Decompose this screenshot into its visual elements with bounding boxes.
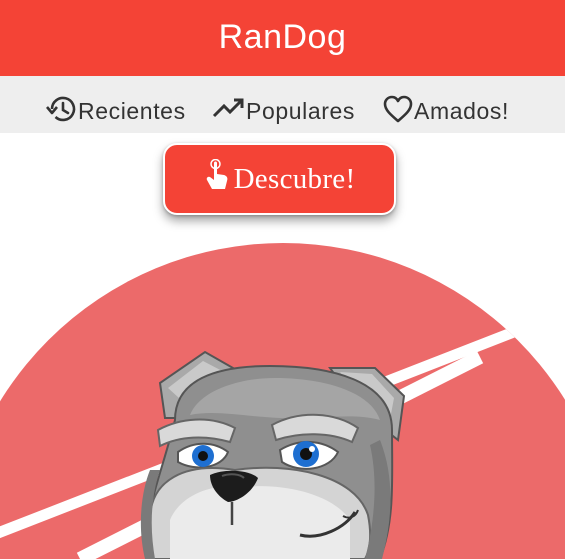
nav-bar: Recientes Populares Amados! [0,76,565,133]
nav-item-recent[interactable]: Recientes [44,88,186,124]
discover-button-label: Descubre! [233,162,356,195]
pointing-hand-icon [206,159,227,189]
nav-item-label: Recientes [78,98,186,124]
app-title: RanDog [218,17,347,56]
nav-item-loved[interactable]: Amados! [382,88,509,124]
heart-outline-icon [383,95,413,123]
trending-up-icon [212,98,244,118]
discover-button[interactable]: Descubre! [163,143,396,215]
bulldog-hero-image [0,243,565,559]
nav-item-label: Populares [246,98,355,124]
app-header: RanDog [0,0,565,76]
history-icon [46,96,76,122]
nav-item-popular[interactable]: Populares [212,88,355,124]
bulldog-mascot [140,350,406,559]
nav-item-label: Amados! [414,98,509,124]
